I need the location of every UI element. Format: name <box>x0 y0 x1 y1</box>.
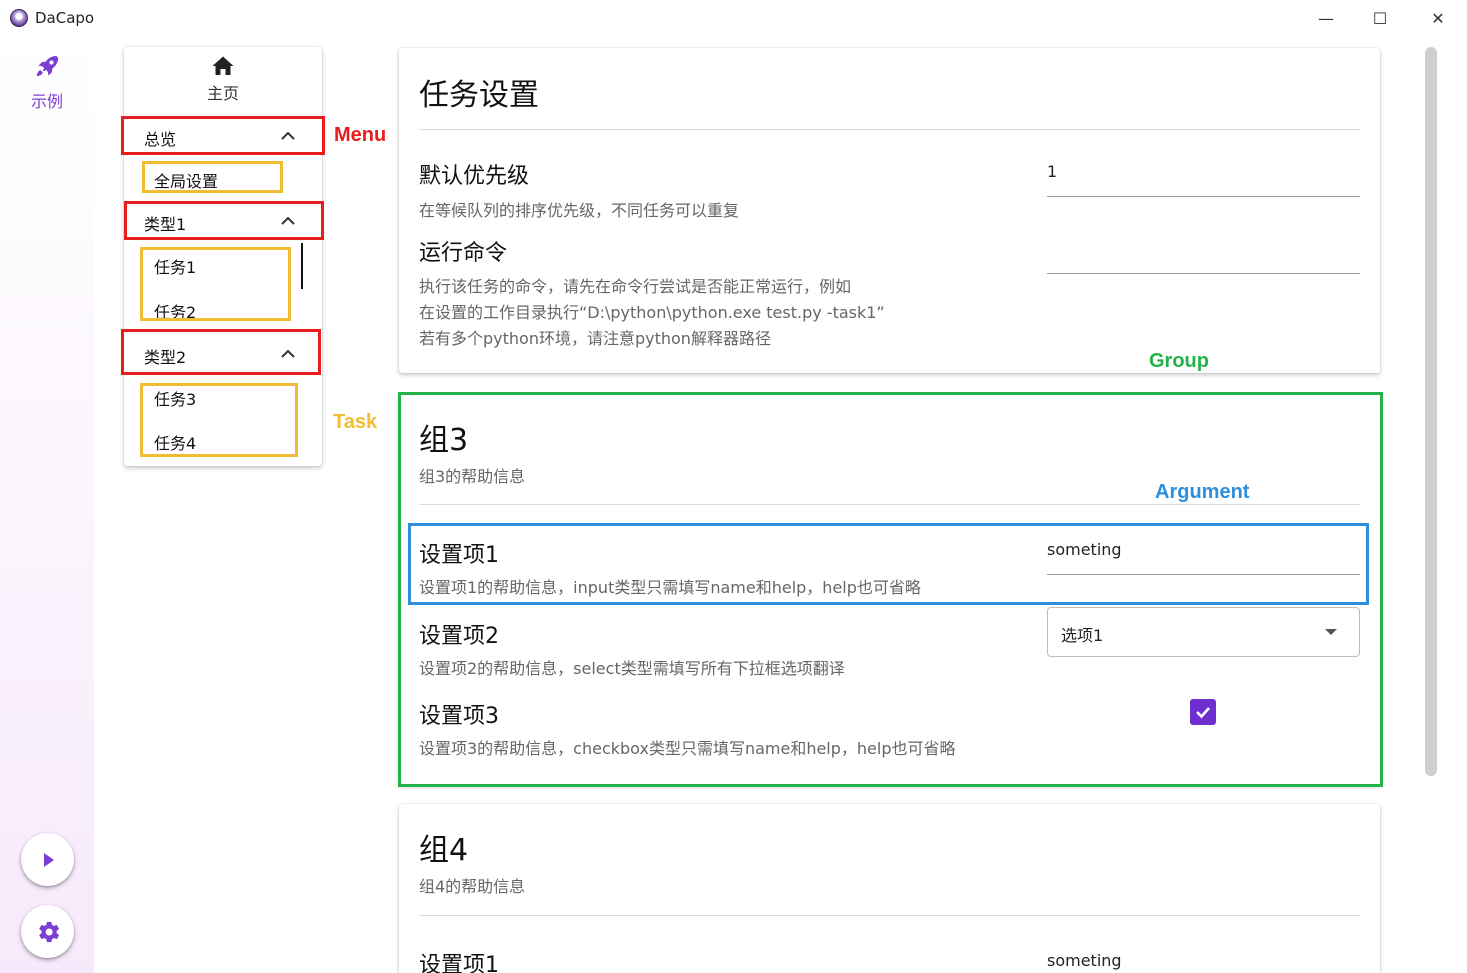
app-title: DaCapo <box>35 9 95 27</box>
chevron-up-icon[interactable] <box>279 213 297 227</box>
select-value: 选项1 <box>1061 626 1104 645</box>
gear-icon <box>38 921 59 942</box>
argument-name: 设置项1 <box>419 953 499 973</box>
group-title: 组4 <box>419 833 469 868</box>
menu-label: 总览 <box>144 130 177 149</box>
task-item-task2[interactable]: 任务2 <box>154 299 196 323</box>
title-bar: DaCapo — ☐ ✕ <box>0 0 1467 36</box>
task-navigation-card: 主页 总览 全局设置 类型1 任务1 任务2 类型2 任务3 任务4 <box>124 47 322 466</box>
argument-name: 设置项3 <box>419 704 499 729</box>
home-button[interactable]: 主页 <box>124 54 322 104</box>
rail-item-label: 示例 <box>30 92 63 111</box>
argument-help: 设置项2的帮助信息，select类型需填写所有下拉框选项翻译 <box>419 659 845 678</box>
argument-name: 设置项1 <box>419 543 499 568</box>
argument-help-line: 执行该任务的命令，请先在命令行尝试是否能正常运行，例如 <box>419 277 852 296</box>
argument-name: 运行命令 <box>419 241 508 266</box>
argument-name: 默认优先级 <box>419 164 530 189</box>
task-item-task1[interactable]: 任务1 <box>154 254 196 278</box>
task-settings-card: 任务设置 默认优先级 1 在等候队列的排序优先级，不同任务可以重复 运行命令 执… <box>399 48 1380 373</box>
dropdown-arrow-icon <box>1325 629 1337 635</box>
command-input[interactable] <box>1047 228 1360 274</box>
divider <box>419 915 1360 916</box>
rail-item-example[interactable]: 示例 <box>14 52 80 112</box>
card-title: 任务设置 <box>419 78 539 113</box>
menu-header-type1[interactable]: 类型1 <box>124 203 322 239</box>
navigation-rail: 示例 <box>0 36 94 973</box>
argument-annotation-label: Argument <box>1155 481 1250 503</box>
setting2-select[interactable]: 选项1 <box>1047 607 1360 657</box>
group-help: 组4的帮助信息 <box>419 877 526 896</box>
menu-label: 类型2 <box>144 348 187 367</box>
main-scrollbar[interactable] <box>1425 47 1437 776</box>
app-logo-icon <box>10 9 28 27</box>
group4-card: 组4 组4的帮助信息 设置项1 someting <box>399 804 1380 973</box>
play-icon <box>43 852 54 867</box>
priority-input[interactable]: 1 <box>1047 151 1360 197</box>
minimize-button[interactable]: — <box>1312 6 1340 30</box>
divider <box>419 129 1360 130</box>
chevron-up-icon[interactable] <box>279 346 297 360</box>
setting1-input[interactable]: someting <box>1047 529 1360 575</box>
maximize-button[interactable]: ☐ <box>1366 6 1394 30</box>
setting3-checkbox[interactable] <box>1190 699 1216 725</box>
selected-task-indicator <box>301 243 303 289</box>
argument-help-line: 在设置的工作目录执行“D:\python\python.exe test.py … <box>419 303 885 322</box>
checkmark-icon <box>1196 707 1210 719</box>
app-window: DaCapo — ☐ ✕ 示例 主页 总览 全局设置 类型1 任务1 任务2 类… <box>0 0 1467 973</box>
home-label: 主页 <box>206 84 239 103</box>
task-item-task3[interactable]: 任务3 <box>154 386 196 410</box>
task-item-task4[interactable]: 任务4 <box>154 430 196 454</box>
argument-help: 设置项3的帮助信息，checkbox类型只需填写name和help，help也可… <box>419 739 956 758</box>
group-title: 组3 <box>419 423 469 458</box>
task-annotation-label: Task <box>333 411 378 433</box>
argument-name: 设置项2 <box>419 624 499 649</box>
home-icon <box>212 56 234 75</box>
chevron-up-icon[interactable] <box>279 128 297 142</box>
argument-help: 设置项1的帮助信息，input类型只需填写name和help，help也可省略 <box>419 578 921 597</box>
argument-help-line: 若有多个python环境，请注意python解释器路径 <box>419 329 771 348</box>
menu-header-overview[interactable]: 总览 <box>124 118 322 154</box>
group-help: 组3的帮助信息 <box>419 467 526 486</box>
argument-help: 在等候队列的排序优先级，不同任务可以重复 <box>419 201 740 220</box>
menu-header-type2[interactable]: 类型2 <box>124 336 322 372</box>
group-annotation-label: Group <box>1149 350 1209 372</box>
run-button[interactable] <box>21 833 74 886</box>
menu-annotation-label: Menu <box>334 124 387 146</box>
group4-setting1-input[interactable]: someting <box>1047 940 1360 973</box>
task-item-global-settings[interactable]: 全局设置 <box>154 168 218 192</box>
menu-label: 类型1 <box>144 215 187 234</box>
divider <box>419 504 1360 505</box>
rocket-icon <box>36 55 59 77</box>
group3-card: 组3 组3的帮助信息 设置项1 someting 设置项1的帮助信息，input… <box>399 394 1380 785</box>
close-button[interactable]: ✕ <box>1424 6 1452 30</box>
settings-button[interactable] <box>21 905 74 958</box>
